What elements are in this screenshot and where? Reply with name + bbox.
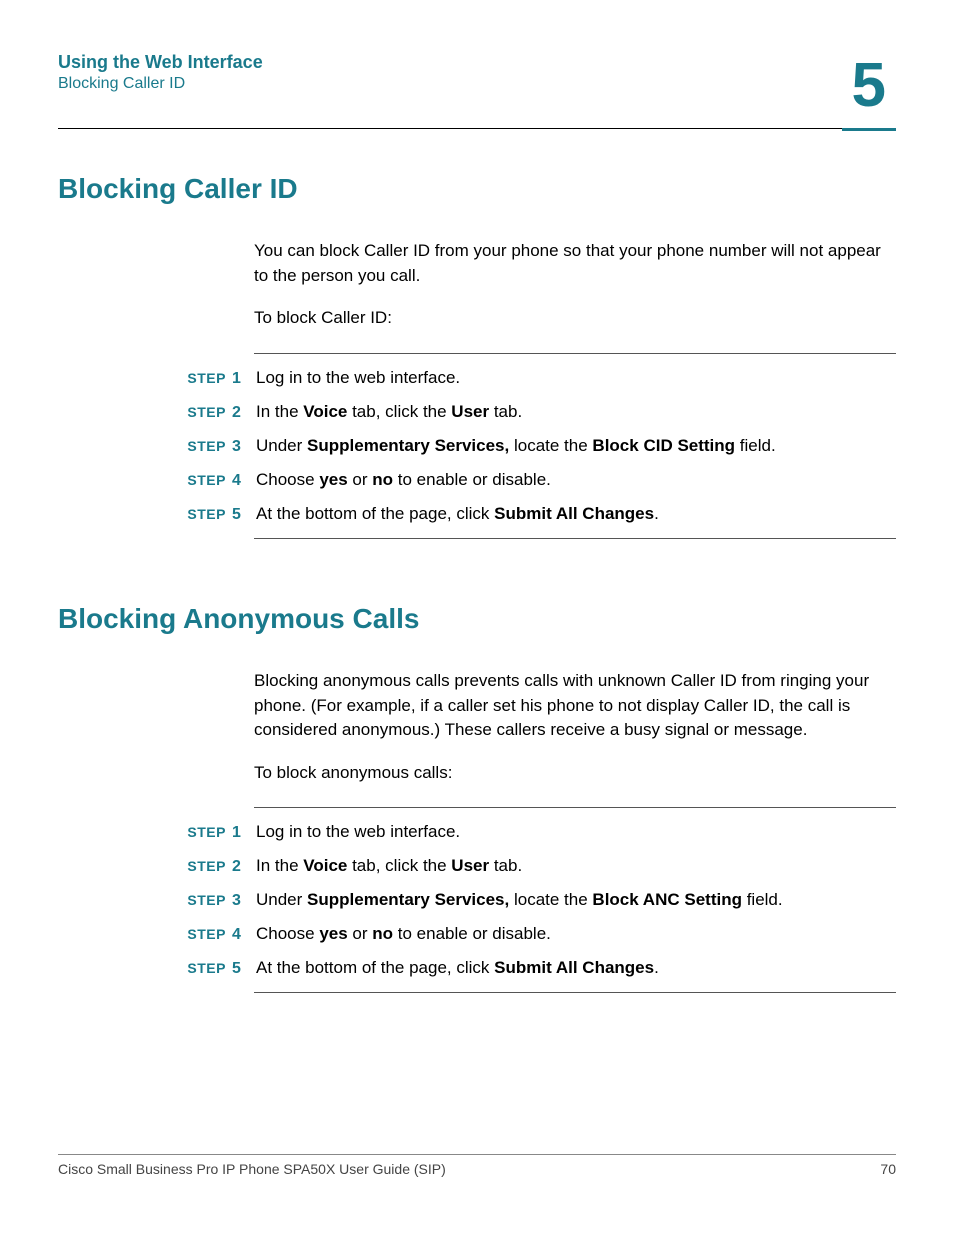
steps-block-2: STEP 1 Log in to the web interface. STEP…: [176, 807, 896, 993]
step-number: 3: [226, 438, 256, 456]
section-heading-blocking-caller-id: Blocking Caller ID: [58, 173, 896, 205]
steps-block-1: STEP 1 Log in to the web interface. STEP…: [176, 353, 896, 539]
page-header: Using the Web Interface Blocking Caller …: [58, 52, 896, 128]
lead-paragraph: To block anonymous calls:: [254, 761, 896, 786]
step-label: STEP: [176, 858, 226, 874]
step-number: 2: [226, 404, 256, 422]
step-label: STEP: [176, 404, 226, 420]
step-label: STEP: [176, 438, 226, 454]
step-label: STEP: [176, 472, 226, 488]
step-row: STEP 2 In the Voice tab, click the User …: [176, 402, 896, 422]
step-number: 1: [226, 824, 256, 842]
step-row: STEP 3 Under Supplementary Services, loc…: [176, 436, 896, 456]
step-text: At the bottom of the page, click Submit …: [256, 504, 896, 524]
step-label: STEP: [176, 926, 226, 942]
step-number: 5: [226, 506, 256, 524]
intro-paragraph: Blocking anonymous calls prevents calls …: [254, 669, 896, 743]
step-row: STEP 5 At the bottom of the page, click …: [176, 504, 896, 524]
step-label: STEP: [176, 824, 226, 840]
chapter-number-box: 5: [842, 44, 896, 131]
step-number: 4: [226, 472, 256, 490]
steps-divider-top: [254, 807, 896, 808]
footer-doc-title: Cisco Small Business Pro IP Phone SPA50X…: [58, 1161, 446, 1177]
step-text: In the Voice tab, click the User tab.: [256, 856, 896, 876]
chapter-title: Using the Web Interface: [58, 52, 263, 73]
step-label: STEP: [176, 506, 226, 522]
step-text: At the bottom of the page, click Submit …: [256, 958, 896, 978]
step-row: STEP 5 At the bottom of the page, click …: [176, 958, 896, 978]
step-number: 5: [226, 960, 256, 978]
steps-divider-bottom: [254, 538, 896, 539]
step-row: STEP 1 Log in to the web interface.: [176, 368, 896, 388]
breadcrumb: Blocking Caller ID: [58, 75, 263, 93]
step-number: 1: [226, 370, 256, 388]
step-number: 3: [226, 892, 256, 910]
step-row: STEP 4 Choose yes or no to enable or dis…: [176, 924, 896, 944]
step-text: Choose yes or no to enable or disable.: [256, 924, 896, 944]
step-text: Log in to the web interface.: [256, 822, 896, 842]
steps-divider-bottom: [254, 992, 896, 993]
step-text: Choose yes or no to enable or disable.: [256, 470, 896, 490]
step-label: STEP: [176, 892, 226, 908]
step-label: STEP: [176, 370, 226, 386]
step-number: 2: [226, 858, 256, 876]
step-text: Under Supplementary Services, locate the…: [256, 890, 896, 910]
intro-paragraph: You can block Caller ID from your phone …: [254, 239, 896, 288]
section-heading-blocking-anonymous-calls: Blocking Anonymous Calls: [58, 603, 896, 635]
lead-paragraph: To block Caller ID:: [254, 306, 896, 331]
step-label: STEP: [176, 960, 226, 976]
header-divider: [58, 128, 896, 129]
step-text: Log in to the web interface.: [256, 368, 896, 388]
step-row: STEP 1 Log in to the web interface.: [176, 822, 896, 842]
step-row: STEP 2 In the Voice tab, click the User …: [176, 856, 896, 876]
footer-page-number: 70: [880, 1161, 896, 1177]
step-row: STEP 3 Under Supplementary Services, loc…: [176, 890, 896, 910]
step-text: In the Voice tab, click the User tab.: [256, 402, 896, 422]
page-footer: Cisco Small Business Pro IP Phone SPA50X…: [58, 1154, 896, 1177]
steps-divider-top: [254, 353, 896, 354]
step-number: 4: [226, 926, 256, 944]
chapter-number: 5: [842, 55, 896, 117]
step-row: STEP 4 Choose yes or no to enable or dis…: [176, 470, 896, 490]
step-text: Under Supplementary Services, locate the…: [256, 436, 896, 456]
footer-divider: [58, 1154, 896, 1155]
